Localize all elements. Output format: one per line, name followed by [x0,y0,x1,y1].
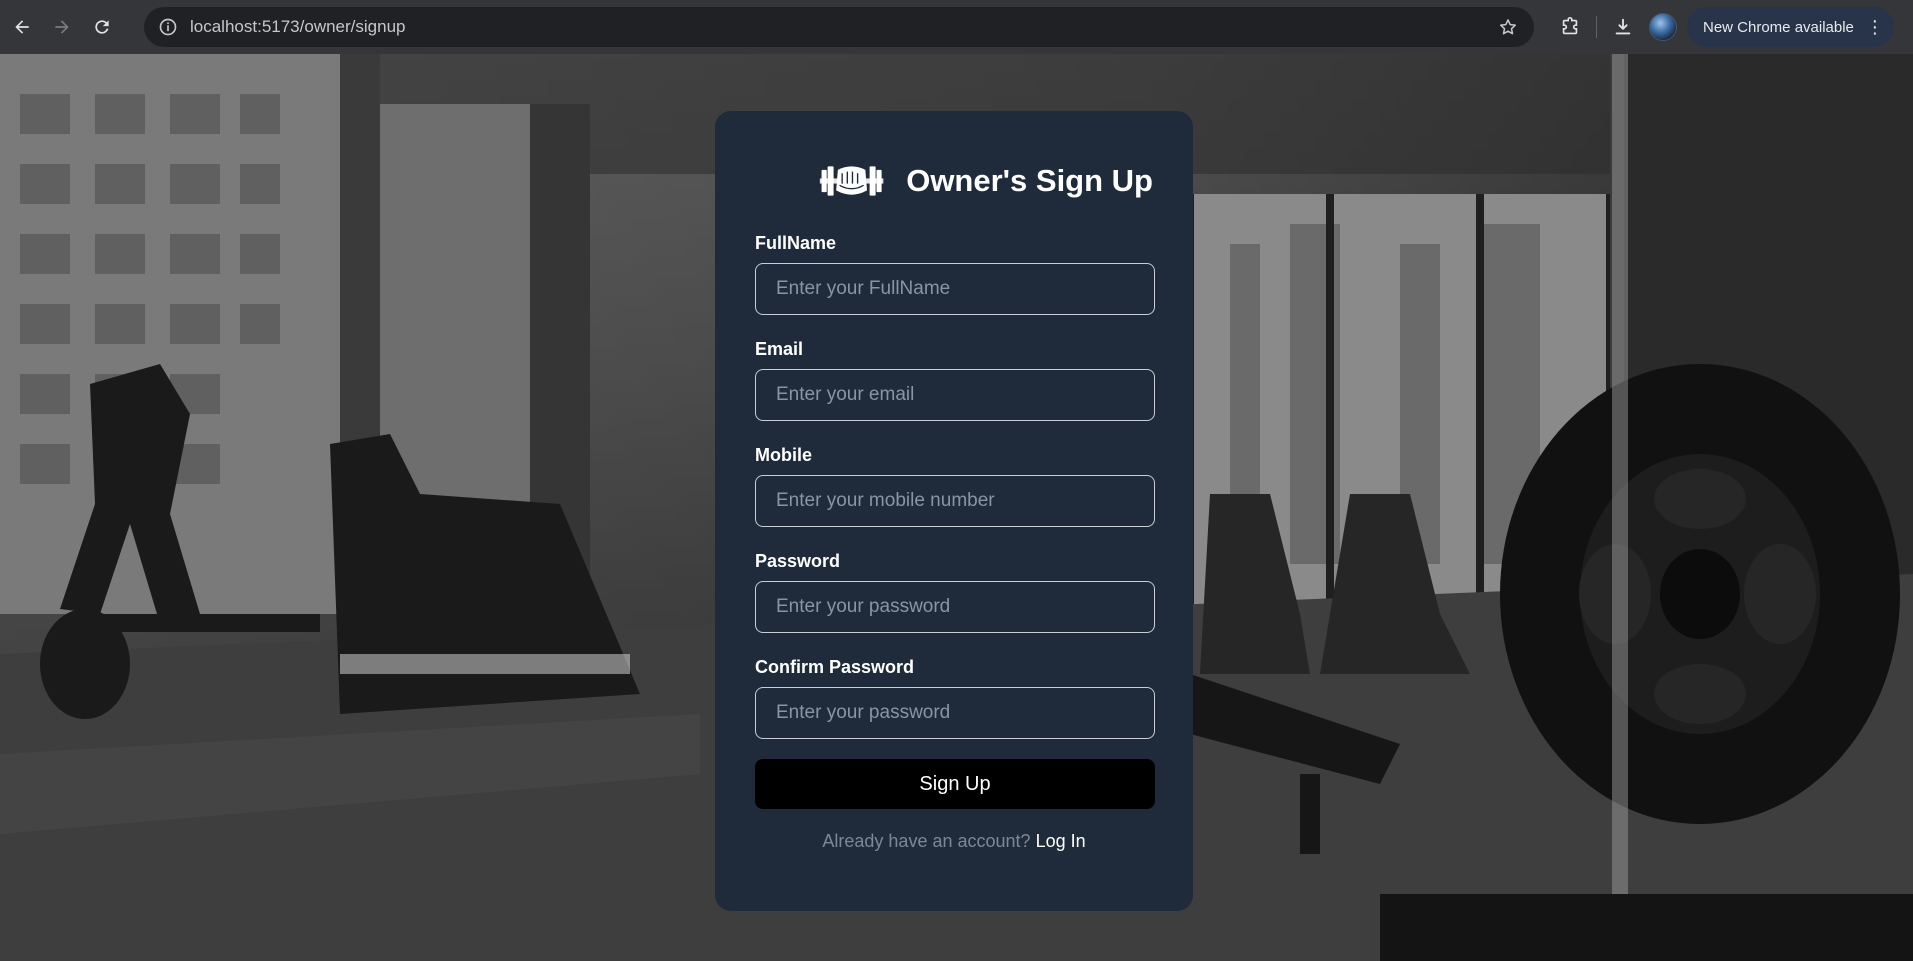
downloads-button[interactable] [1603,7,1643,47]
page-viewport: Owner's Sign Up FullName Email Mobile Pa… [0,54,1913,961]
back-button[interactable] [4,9,40,45]
fullname-input[interactable] [755,263,1155,315]
gym-fist-dumbbell-logo-icon [819,166,884,196]
sign-up-button[interactable]: Sign Up [755,759,1155,809]
owner-signup-card: Owner's Sign Up FullName Email Mobile Pa… [715,111,1193,911]
mobile-label: Mobile [755,445,812,465]
profile-avatar[interactable] [1649,13,1677,41]
password-label: Password [755,551,841,571]
mobile-input[interactable] [755,475,1155,527]
kebab-menu-icon[interactable]: ⋮ [1866,18,1884,36]
extensions-button[interactable] [1550,7,1590,47]
site-info-icon[interactable] [148,7,188,47]
confirm-password-label: Confirm Password [755,657,915,677]
reload-icon [95,20,109,34]
download-icon [1615,18,1631,35]
update-chip-label: New Chrome available [1703,18,1854,36]
confirm-password-input[interactable] [755,687,1155,739]
toolbar-divider [1596,16,1597,38]
forward-button[interactable] [44,9,80,45]
bookmark-star-icon[interactable] [1496,15,1520,39]
new-chrome-available-chip[interactable]: New Chrome available ⋮ [1687,7,1894,47]
email-input[interactable] [755,369,1155,421]
page-title: Owner's Sign Up [906,163,1153,198]
log-in-link[interactable]: Log In [1036,831,1086,851]
email-label: Email [755,339,804,359]
browser-toolbar: localhost:5173/owner/signup New Chrome a… [0,0,1913,54]
puzzle-icon [1562,17,1578,35]
login-prompt-text: Already have an account? [822,831,1031,851]
password-input[interactable] [755,581,1155,633]
url-text[interactable]: localhost:5173/owner/signup [190,17,405,37]
arrow-right-icon [55,20,69,34]
reload-button[interactable] [84,9,120,45]
arrow-left-icon [15,20,29,34]
address-bar[interactable]: localhost:5173/owner/signup [144,7,1534,47]
login-prompt: Already have an account? Log In [755,831,1153,852]
fullname-label: FullName [755,233,837,253]
card-header: Owner's Sign Up [819,151,1153,211]
